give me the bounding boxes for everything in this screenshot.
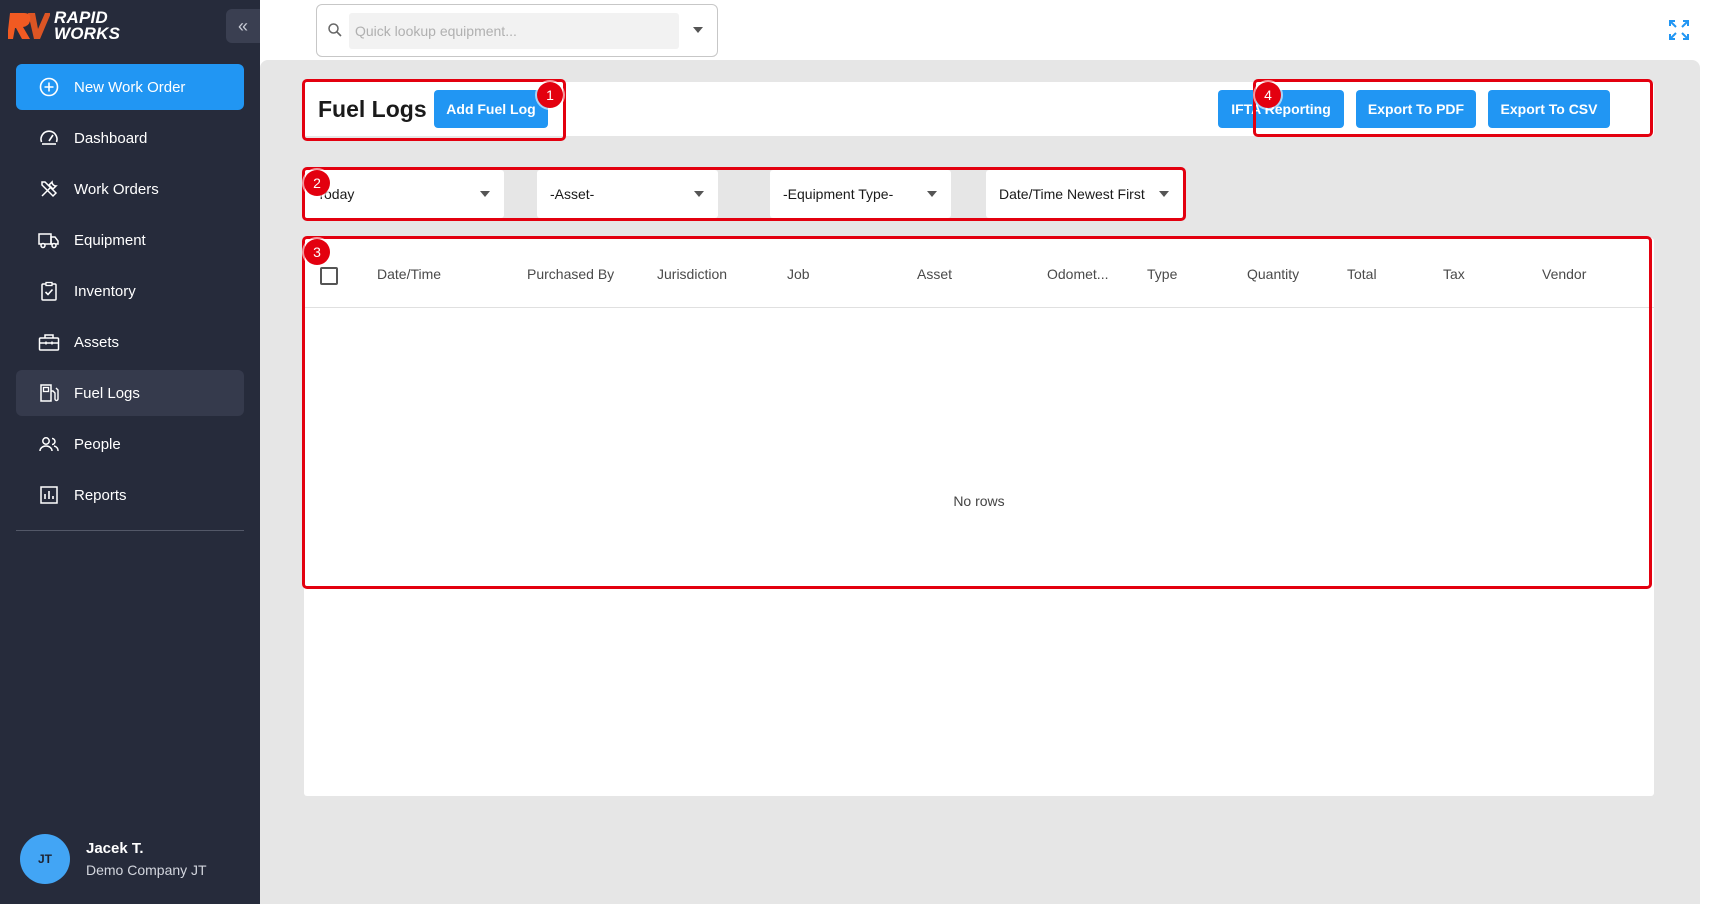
sidebar-item-people[interactable]: People [16, 421, 244, 467]
chevron-down-icon[interactable] [693, 27, 703, 33]
search-input[interactable] [355, 23, 679, 39]
bar-chart-icon [38, 484, 60, 506]
column-header-date-time[interactable]: Date/Time [377, 266, 441, 282]
filter-value: Date/Time Newest First [999, 186, 1145, 202]
column-header-tax[interactable]: Tax [1443, 266, 1465, 282]
filter-value: -Equipment Type- [783, 186, 894, 202]
sidebar-item-work-orders[interactable]: Work Orders [16, 166, 244, 212]
add-fuel-log-button[interactable]: Add Fuel Log [434, 90, 548, 128]
chevron-down-icon [694, 191, 704, 197]
rapidworks-logo[interactable]: RAPID WORKS [8, 6, 148, 46]
sidebar-item-equipment[interactable]: Equipment [16, 217, 244, 263]
column-header-asset[interactable]: Asset [917, 266, 952, 282]
logo-mark-icon [8, 13, 50, 39]
fuel-pump-icon [38, 382, 60, 404]
plus-circle-icon [38, 76, 60, 98]
sidebar-item-fuel-logs[interactable]: Fuel Logs [16, 370, 244, 416]
table-header: Date/Time Purchased By Jurisdiction Job … [304, 238, 1654, 308]
user-name: Jacek T. [86, 840, 144, 857]
top-bar [260, 0, 1719, 60]
ifta-reporting-button[interactable]: IFTA Reporting [1218, 90, 1344, 128]
collapse-sidebar-button[interactable]: « [226, 9, 260, 43]
column-header-purchased-by[interactable]: Purchased By [527, 266, 614, 282]
asset-filter[interactable]: -Asset- [537, 170, 718, 218]
sidebar-nav: New Work Order Dashboard Work Orders Equ… [16, 64, 244, 523]
sidebar-divider [16, 530, 244, 531]
sidebar: RAPID WORKS « New Work Order Dashboard W… [0, 0, 260, 904]
annotation-badge-3: 3 [304, 239, 330, 265]
column-header-type[interactable]: Type [1147, 266, 1177, 282]
speedometer-icon [38, 127, 60, 149]
sidebar-item-label: Dashboard [74, 129, 148, 147]
date-range-filter[interactable]: Today [304, 170, 504, 218]
sidebar-item-label: Equipment [74, 231, 146, 249]
user-company: Demo Company JT [86, 862, 207, 878]
export-csv-button[interactable]: Export To CSV [1488, 90, 1610, 128]
empty-state: No rows [953, 493, 1005, 509]
annotation-badge-2: 2 [304, 170, 330, 196]
annotation-badge-4: 4 [1255, 82, 1281, 108]
sidebar-item-label: Work Orders [74, 180, 159, 198]
sidebar-item-label: Inventory [74, 282, 136, 300]
chevron-down-icon [1159, 191, 1169, 197]
page-header: Fuel Logs Add Fuel Log IFTA Reporting Ex… [304, 82, 1654, 136]
sidebar-item-inventory[interactable]: Inventory [16, 268, 244, 314]
avatar[interactable]: JT [20, 834, 70, 884]
tools-icon [38, 178, 60, 200]
sidebar-item-label: Assets [74, 333, 120, 351]
logo-text: RAPID WORKS [54, 8, 121, 43]
page-title: Fuel Logs [318, 96, 427, 122]
select-all-checkbox[interactable] [320, 267, 338, 285]
column-header-odometer[interactable]: Odomet... [1047, 266, 1108, 282]
export-pdf-button[interactable]: Export To PDF [1356, 90, 1476, 128]
fuel-logs-table: Date/Time Purchased By Jurisdiction Job … [304, 238, 1654, 796]
new-work-order-button[interactable]: New Work Order [16, 64, 244, 110]
equipment-lookup[interactable] [316, 4, 718, 57]
column-header-total[interactable]: Total [1347, 266, 1377, 282]
column-header-job[interactable]: Job [787, 266, 810, 282]
toolbox-icon [38, 331, 60, 353]
people-icon [38, 433, 60, 455]
sidebar-item-label: Fuel Logs [74, 384, 140, 402]
main-content: Fuel Logs Add Fuel Log IFTA Reporting Ex… [260, 60, 1700, 904]
equipment-type-filter[interactable]: -Equipment Type- [770, 170, 951, 218]
chevron-down-icon [927, 191, 937, 197]
annotation-badge-1: 1 [537, 82, 563, 108]
chevron-down-icon [480, 191, 490, 197]
sidebar-item-reports[interactable]: Reports [16, 472, 244, 518]
filter-value: -Asset- [550, 186, 595, 202]
fullscreen-icon[interactable] [1666, 17, 1692, 43]
search-icon [328, 23, 342, 37]
sidebar-item-label: People [74, 435, 121, 453]
truck-icon [38, 229, 60, 251]
user-profile[interactable]: JT Jacek T. Demo Company JT [20, 834, 207, 884]
sidebar-item-dashboard[interactable]: Dashboard [16, 115, 244, 161]
sidebar-item-label: New Work Order [74, 78, 186, 96]
sidebar-item-assets[interactable]: Assets [16, 319, 244, 365]
clipboard-check-icon [38, 280, 60, 302]
column-header-vendor[interactable]: Vendor [1542, 266, 1586, 282]
sort-order-select[interactable]: Date/Time Newest First [986, 170, 1183, 218]
column-header-jurisdiction[interactable]: Jurisdiction [657, 266, 727, 282]
sidebar-item-label: Reports [74, 486, 127, 504]
column-header-quantity[interactable]: Quantity [1247, 266, 1299, 282]
